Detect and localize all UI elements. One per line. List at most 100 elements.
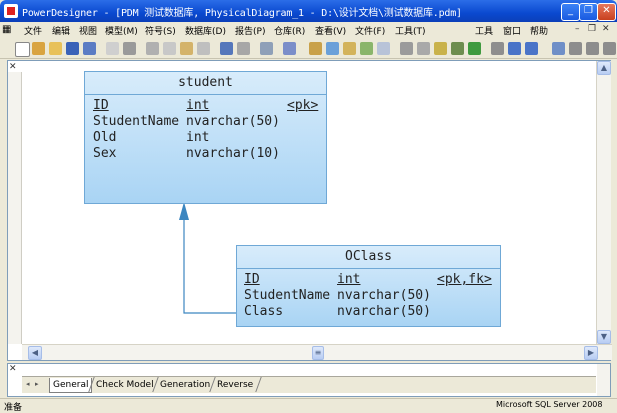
new-icon[interactable] xyxy=(15,42,30,57)
column-name: Sex xyxy=(93,146,117,161)
mdi-restore-button[interactable]: ❐ xyxy=(588,24,596,34)
column-name: ID xyxy=(244,272,260,287)
toolbar xyxy=(0,39,617,59)
generate-icon[interactable] xyxy=(377,42,390,55)
column-type: nvarchar(50) xyxy=(337,304,431,319)
align-icon[interactable] xyxy=(491,42,504,55)
column-type: nvarchar(10) xyxy=(186,146,280,161)
font-icon[interactable] xyxy=(468,42,481,55)
menu-report[interactable]: 报告(P) xyxy=(235,24,265,37)
tab-generation[interactable]: Generation xyxy=(157,378,213,392)
tab-scroll-left-icon[interactable]: ◂ xyxy=(26,380,30,388)
palette-icon[interactable] xyxy=(400,42,413,55)
table-student-name: student xyxy=(85,72,326,95)
menu-window[interactable]: 窗口 xyxy=(503,24,521,37)
menu-tools[interactable]: 工具 xyxy=(475,24,493,37)
mdi-close-button[interactable]: ✕ xyxy=(602,24,610,34)
menu-tools-t[interactable]: 工具(T) xyxy=(395,24,426,37)
column-type: nvarchar(50) xyxy=(337,288,431,303)
column-type: nvarchar(50) xyxy=(186,114,280,129)
properties-icon[interactable] xyxy=(260,42,273,55)
menu-database[interactable]: 数据库(D) xyxy=(185,24,226,37)
close-button[interactable]: ✕ xyxy=(597,3,616,21)
save-all-icon[interactable] xyxy=(83,42,96,55)
format-icon[interactable] xyxy=(451,42,464,55)
column-key: <pk> xyxy=(287,98,319,113)
table-oclass-name: OClass xyxy=(237,246,500,269)
minimize-button[interactable]: _ xyxy=(561,3,580,21)
menu-repository[interactable]: 仓库(R) xyxy=(274,24,305,37)
column-name: StudentName xyxy=(93,114,180,129)
column-name: ID xyxy=(93,98,109,113)
toolbar-more-icon[interactable] xyxy=(603,42,616,55)
cut-icon[interactable] xyxy=(146,42,159,55)
scroll-thumb[interactable]: ≡ xyxy=(312,346,324,360)
vertical-scrollbar[interactable]: ▲ ▼ xyxy=(596,61,611,344)
pencil-icon[interactable] xyxy=(434,42,447,55)
print-preview-icon[interactable] xyxy=(106,42,119,55)
column-name: Class xyxy=(244,304,284,319)
tab-separator xyxy=(255,377,262,392)
tab-reverse[interactable]: Reverse xyxy=(214,378,256,392)
column-type: int xyxy=(186,130,210,145)
save-icon[interactable] xyxy=(66,42,79,55)
print-icon[interactable] xyxy=(123,42,136,55)
tab-check-model[interactable]: Check Model xyxy=(93,378,157,392)
menu-file[interactable]: 文件 xyxy=(24,24,42,37)
arrow-right-icon[interactable] xyxy=(525,42,538,55)
status-text: 准备 xyxy=(4,403,23,413)
mdi-minimize-button[interactable]: – xyxy=(575,24,580,34)
scroll-left-icon[interactable]: ◀ xyxy=(28,346,42,360)
status-dbms: Microsoft SQL Server 2008 xyxy=(496,400,603,409)
menu-view-v[interactable]: 查看(V) xyxy=(315,24,346,37)
grid-icon[interactable] xyxy=(417,42,430,55)
window-title: PowerDesigner - [PDM 测试数据库, PhysicalDiag… xyxy=(22,8,462,19)
canvas-close-icon[interactable]: ✕ xyxy=(9,62,17,72)
menu-model[interactable]: 模型(M) xyxy=(105,24,138,37)
package-icon[interactable] xyxy=(309,42,322,55)
delete-icon[interactable] xyxy=(197,42,210,55)
column-type: int xyxy=(186,98,210,113)
output-scrollbar[interactable] xyxy=(597,364,610,396)
cascade-icon[interactable] xyxy=(586,42,599,55)
menu-file-f[interactable]: 文件(F) xyxy=(355,24,385,37)
output-close-icon[interactable]: ✕ xyxy=(9,364,17,374)
column-name: Old xyxy=(93,130,117,145)
diagram-icon[interactable] xyxy=(326,42,339,55)
tab-general[interactable]: General xyxy=(49,378,93,393)
open-icon[interactable] xyxy=(49,42,62,55)
menu-symbol[interactable]: 符号(S) xyxy=(145,24,176,37)
undo-icon[interactable] xyxy=(220,42,233,55)
menu-bar: ▦ 文件 编辑 视图 模型(M) 符号(S) 数据库(D) 报告(P) 仓库(R… xyxy=(0,22,617,39)
column-key: <pk,fk> xyxy=(437,272,492,287)
arrow-left-icon[interactable] xyxy=(508,42,521,55)
table-student[interactable]: student ID int <pk> StudentName nvarchar… xyxy=(84,71,327,204)
menu-help[interactable]: 帮助 xyxy=(530,24,548,37)
browser-icon[interactable] xyxy=(283,42,296,55)
maximize-button[interactable]: ❐ xyxy=(579,3,598,21)
horizontal-scrollbar[interactable]: ◀ ≡ ▶ xyxy=(22,344,612,360)
find-icon[interactable] xyxy=(343,42,356,55)
menu-view[interactable]: 视图 xyxy=(79,24,97,37)
tile-icon[interactable] xyxy=(569,42,582,55)
table-oclass[interactable]: OClass ID int <pk,fk> StudentName nvarch… xyxy=(236,245,501,327)
scroll-right-icon[interactable]: ▶ xyxy=(584,346,598,360)
column-name: StudentName xyxy=(244,288,331,303)
output-tabs: ◂ ▸ General Check Model Generation Rever… xyxy=(22,376,596,393)
menu-edit[interactable]: 编辑 xyxy=(52,24,70,37)
new-project-icon[interactable] xyxy=(32,42,45,55)
vertical-ruler xyxy=(8,72,22,344)
powerdesigner-app-icon[interactable] xyxy=(4,4,18,18)
status-bar: 准备 Microsoft SQL Server 2008 xyxy=(0,398,617,413)
column-type: int xyxy=(337,272,361,287)
tab-scroll-right-icon[interactable]: ▸ xyxy=(35,380,39,388)
check-model-icon[interactable] xyxy=(360,42,373,55)
mdi-document-icon[interactable]: ▦ xyxy=(2,24,11,35)
paste-icon[interactable] xyxy=(180,42,193,55)
scroll-up-icon[interactable]: ▲ xyxy=(597,61,611,75)
copy-icon[interactable] xyxy=(163,42,176,55)
window-layout-icon[interactable] xyxy=(552,42,565,55)
title-bar: PowerDesigner - [PDM 测试数据库, PhysicalDiag… xyxy=(0,0,617,22)
scroll-down-icon[interactable]: ▼ xyxy=(597,330,611,344)
redo-icon[interactable] xyxy=(237,42,250,55)
